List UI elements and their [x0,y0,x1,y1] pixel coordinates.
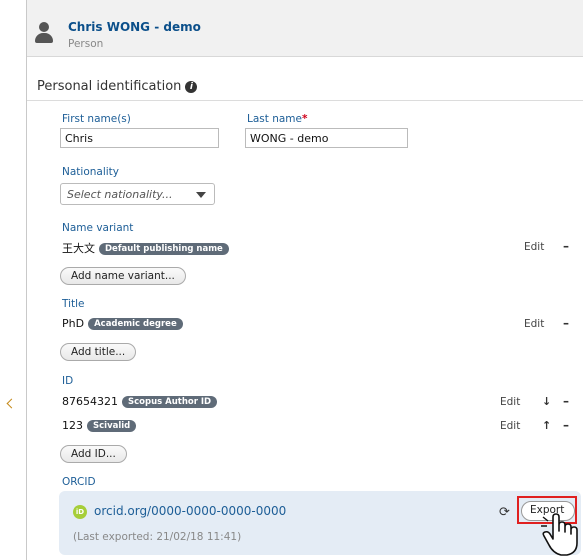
name-variant-value: 王大文 [62,242,95,255]
title-value: PhD [62,317,85,330]
last-name-field[interactable]: WONG - demo [245,128,408,148]
id-value: 87654321 [62,395,118,408]
orcid-logo-icon: iD [73,505,87,519]
title-remove[interactable]: – [563,316,569,330]
orcid-panel: iD orcid.org/0000-0000-0000-0000 (Last e… [59,491,581,556]
add-name-variant-button[interactable]: Add name variant... [60,267,186,285]
person-icon [35,22,53,44]
id-row: 123 Scivalid [62,419,137,432]
id-value: 123 [62,419,83,432]
id-remove[interactable]: – [563,394,569,408]
id-row: 87654321 Scopus Author ID [62,395,218,408]
id-badge: Scivalid [87,420,137,432]
name-variant-label: Name variant [62,222,134,234]
person-name: Chris WONG - demo [68,20,201,34]
info-icon[interactable]: i [185,80,198,93]
title-label: Title [62,298,85,310]
last-exported-text: (Last exported: 21/02/18 11:41) [73,531,242,543]
id-edit[interactable]: Edit [500,420,520,432]
first-name-field[interactable]: Chris [60,128,219,148]
id-label: ID [62,375,74,387]
hand-pointer-icon [539,513,578,556]
orcid-label: ORCID [62,476,96,488]
add-title-button[interactable]: Add title... [60,343,137,361]
first-name-label: First name(s) [62,113,131,125]
person-editor: Chris WONG - demo Person Personal identi… [26,0,583,560]
section-title-text: Personal identification [37,79,182,94]
section-title: Personal identification i [37,79,198,94]
nationality-placeholder: Select nationality... [67,188,173,201]
orcid-link-id: 0000-0000-0000-0000 [151,504,287,518]
title-edit[interactable]: Edit [524,318,544,330]
nationality-label: Nationality [62,166,120,178]
last-name-label-text: Last name [247,113,302,125]
title-badge: Academic degree [88,318,183,330]
title-row: PhD Academic degree [62,317,183,330]
add-id-button[interactable]: Add ID... [60,445,127,463]
name-variant-edit[interactable]: Edit [524,241,544,253]
editor-header: Chris WONG - demo Person [27,0,583,57]
name-variant-badge: Default publishing name [99,243,229,255]
move-down-icon[interactable]: ↓ [542,395,551,408]
orcid-link[interactable]: orcid.org/0000-0000-0000-0000 [94,504,286,518]
last-name-label: Last name* [247,113,308,125]
id-remove[interactable]: – [563,418,569,432]
name-variant-row: 王大文 Default publishing name [62,240,229,256]
name-variant-remove[interactable]: – [563,239,569,253]
side-marker [6,398,17,409]
person-type: Person [68,38,104,50]
orcid-link-prefix: orcid.org/ [94,504,152,518]
id-badge: Scopus Author ID [122,396,218,408]
refresh-icon[interactable]: ⟳ [499,505,510,520]
nationality-select[interactable]: Select nationality... [60,183,215,205]
chevron-down-icon [196,192,206,198]
id-edit[interactable]: Edit [500,396,520,408]
move-up-icon[interactable]: ↑ [542,419,551,432]
required-mark: * [302,113,308,125]
divider [27,100,583,101]
